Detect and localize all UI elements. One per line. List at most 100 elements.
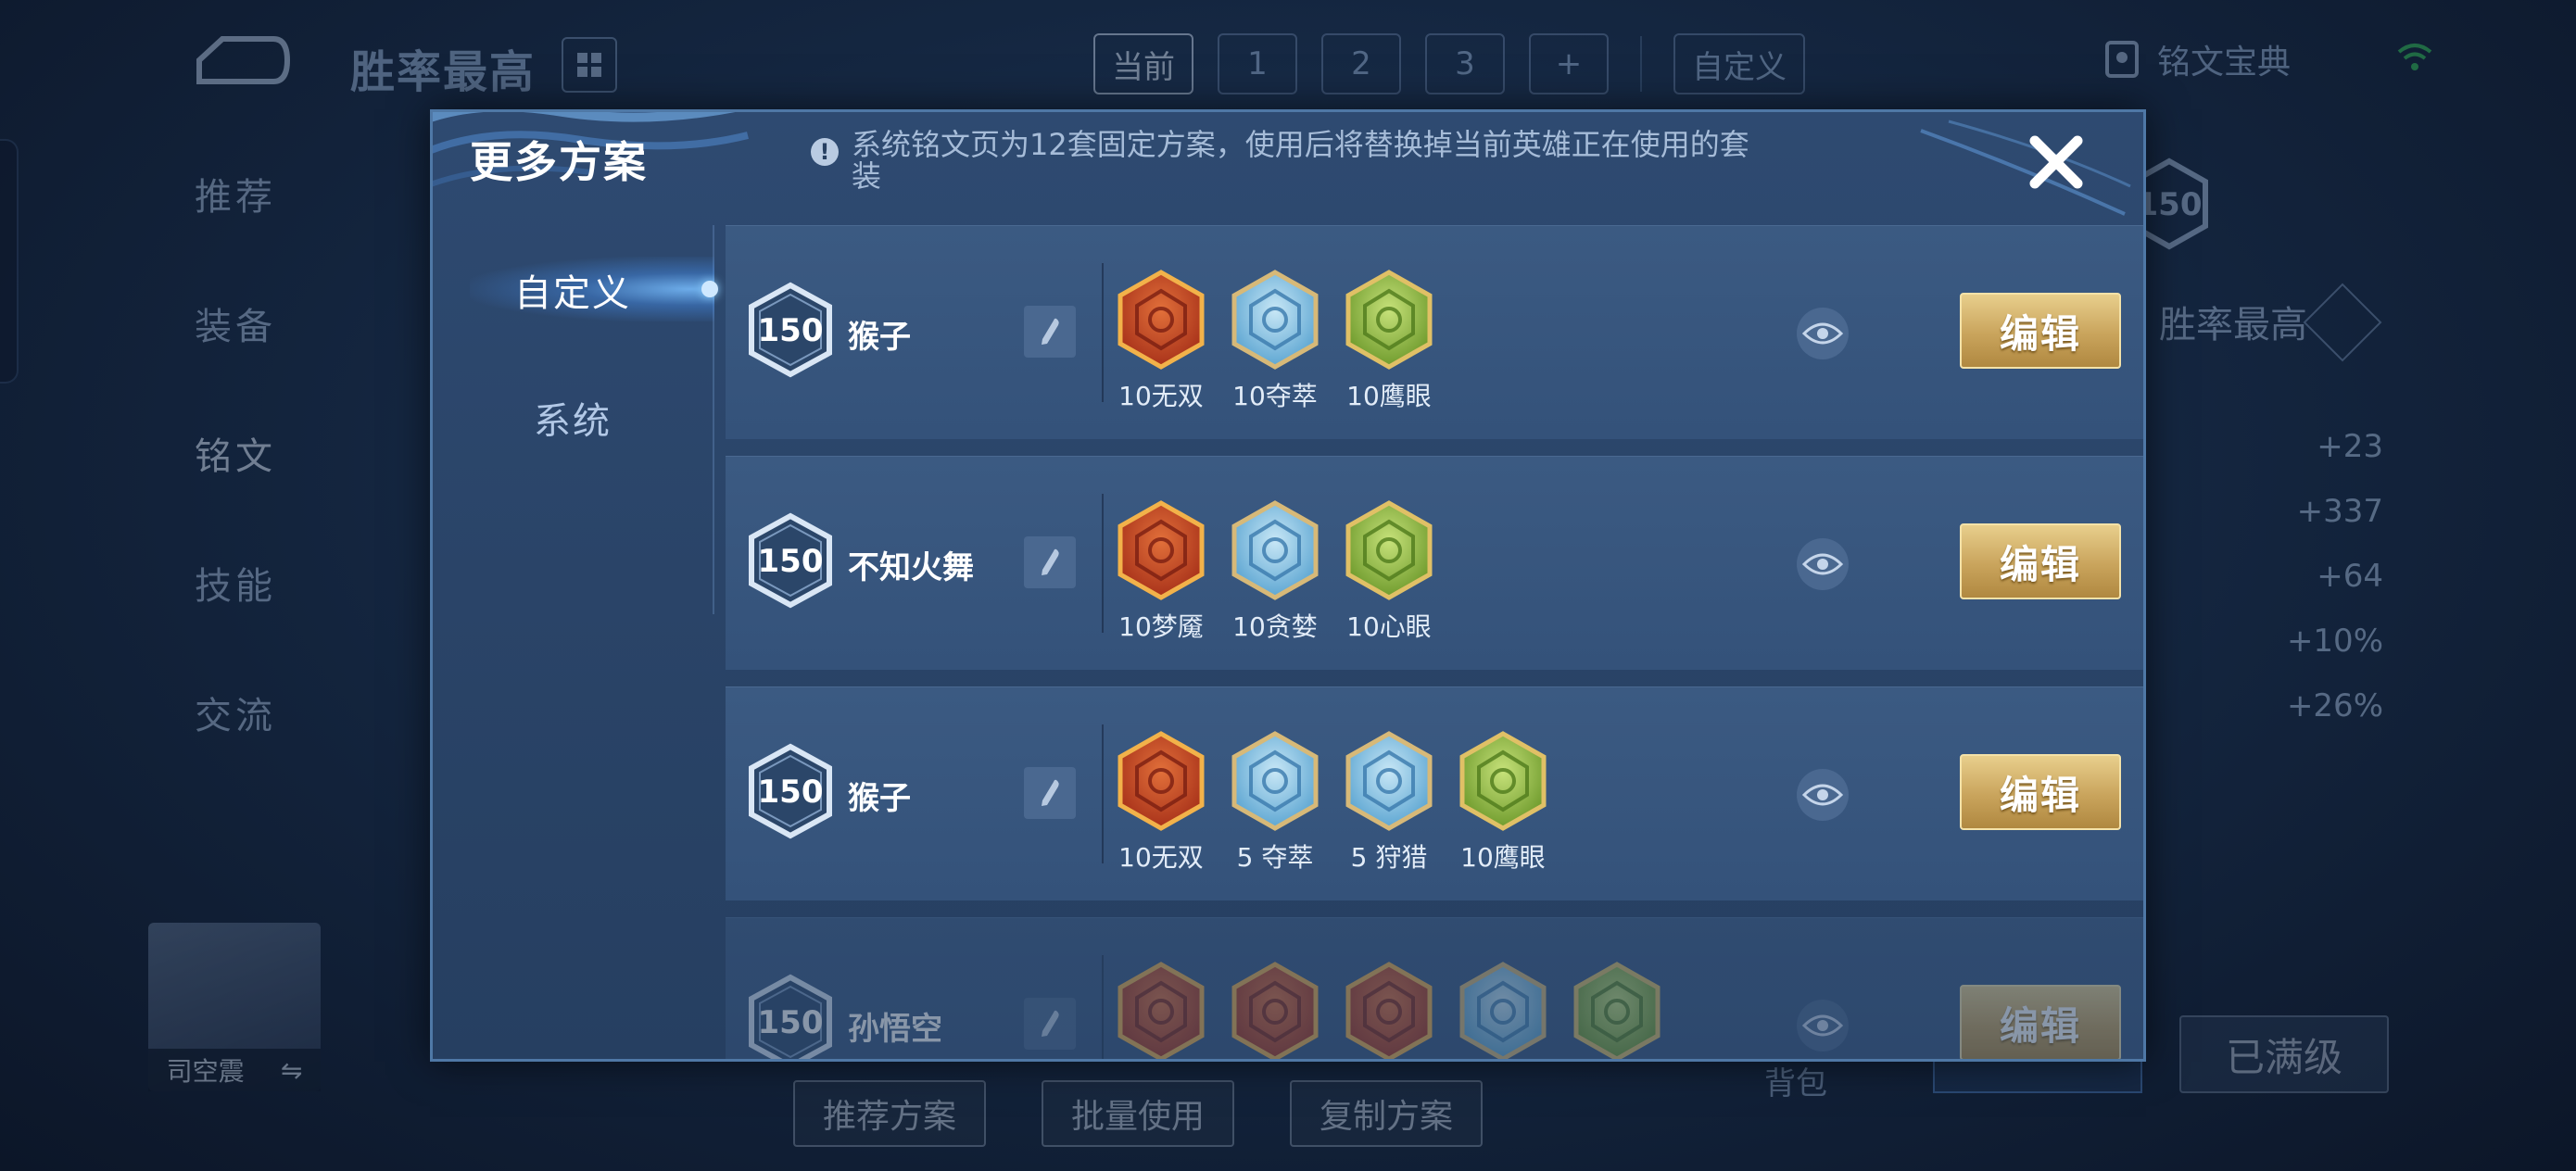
edit-button[interactable]: 编辑 <box>1960 523 2121 599</box>
rename-button[interactable] <box>1024 306 1076 358</box>
side-nav-equipment[interactable]: 装备 <box>195 296 276 348</box>
row-divider <box>1102 494 1104 633</box>
svg-text:150: 150 <box>758 1004 824 1041</box>
rune-set: 10无双 5 夺萃 5 狩猎 10鹰眼 <box>1115 730 1549 875</box>
rune-item[interactable]: 10心眼 <box>1343 499 1435 644</box>
close-icon <box>2029 135 2083 189</box>
rune-blue-icon <box>1231 500 1319 600</box>
dialog-title: 更多方案 <box>470 137 648 187</box>
side-nav-runes[interactable]: 铭文 <box>195 426 276 478</box>
pen-icon <box>1042 318 1059 345</box>
tab-custom[interactable]: 自定义 <box>1673 33 1805 94</box>
rune-label: 5 夺萃 <box>1236 842 1314 873</box>
rune-red-icon <box>1345 962 1433 1059</box>
preview-button[interactable] <box>1797 308 1849 359</box>
rune-item[interactable]: 10鹰眼 <box>1457 730 1549 875</box>
rune-blue-icon <box>1231 731 1319 831</box>
preview-button[interactable] <box>1797 1000 1849 1051</box>
hero-name: 司空震 <box>166 1056 245 1087</box>
preview-button[interactable] <box>1797 769 1849 821</box>
swap-icon: ⇋ <box>280 1054 303 1086</box>
tab-system-plans[interactable]: 系统 <box>433 381 713 455</box>
svg-text:150: 150 <box>758 543 824 580</box>
eye-icon <box>1802 784 1843 806</box>
tab-page-3[interactable]: 3 <box>1425 33 1505 94</box>
rename-button[interactable] <box>1024 767 1076 819</box>
rune-red-icon <box>1118 731 1205 831</box>
tab-page-1[interactable]: 1 <box>1218 33 1297 94</box>
rename-button[interactable] <box>1024 998 1076 1050</box>
row-divider <box>1102 955 1104 1059</box>
svg-text:150: 150 <box>2137 186 2203 223</box>
rune-item[interactable]: 10贪婪 <box>1229 499 1321 644</box>
back-arrow-icon[interactable] <box>181 28 292 93</box>
more-plans-dialog: 更多方案 ! 系统铭文页为12套固定方案，使用后将替换掉当前英雄正在使用的套装 … <box>430 109 2146 1062</box>
full-level-button[interactable]: 已满级 <box>2179 1015 2389 1093</box>
rune-label: 10贪婪 <box>1232 611 1318 642</box>
tab-page-2[interactable]: 2 <box>1321 33 1401 94</box>
plan-category-nav: 自定义 系统 <box>433 225 718 614</box>
side-nav-skills[interactable]: 技能 <box>195 556 276 608</box>
rune-label: 10鹰眼 <box>1460 842 1546 873</box>
pen-icon <box>1042 779 1059 806</box>
tab-custom-plans[interactable]: 自定义 <box>433 253 713 327</box>
rune-item[interactable]: 10梦魇 <box>1115 499 1207 644</box>
rune-green-icon <box>1345 270 1433 370</box>
rune-red-icon <box>1118 270 1205 370</box>
rune-item[interactable] <box>1343 961 1435 1059</box>
grid-icon[interactable] <box>562 37 617 93</box>
rune-green-icon <box>1573 962 1661 1059</box>
rune-label: 10夺萃 <box>1232 381 1318 411</box>
stat-list: +23 +337 +64 +10% +26% <box>2287 428 2383 724</box>
right-panel-title: 胜率最高 <box>2159 304 2307 346</box>
svg-text:150: 150 <box>758 774 824 811</box>
bottom-action-bar: 推荐方案 批量使用 复制方案 <box>793 1080 1484 1147</box>
edit-button[interactable]: 编辑 <box>1960 754 2121 830</box>
preview-button[interactable] <box>1797 538 1849 590</box>
level-badge-icon: 150 <box>749 512 832 609</box>
recommend-plan-button[interactable]: 推荐方案 <box>793 1080 987 1147</box>
rune-blue-icon <box>1231 270 1319 370</box>
rune-item[interactable] <box>1115 961 1207 1059</box>
edit-button[interactable]: 编辑 <box>1960 985 2121 1059</box>
edit-button[interactable]: 编辑 <box>1960 293 2121 369</box>
side-nav-recommend[interactable]: 推荐 <box>195 167 276 219</box>
svg-text:150: 150 <box>758 312 824 349</box>
copy-plan-button[interactable]: 复制方案 <box>1290 1080 1484 1147</box>
level-badge-icon: 150 <box>749 974 832 1059</box>
rune-book-button[interactable]: 铭文宝典 <box>2103 35 2291 83</box>
page-title: 胜率最高 <box>350 46 537 98</box>
plan-row: 150 孙悟空 编辑 <box>726 917 2143 1059</box>
diamond-grid-icon[interactable] <box>2303 283 2382 362</box>
stat-value: +337 <box>2296 493 2383 530</box>
rune-item[interactable] <box>1229 961 1321 1059</box>
plan-row: 150 猴子 10无双 10夺萃 10鹰眼 编辑 <box>726 225 2143 439</box>
rune-label: 10梦魇 <box>1118 611 1204 642</box>
rune-item[interactable]: 10鹰眼 <box>1343 269 1435 413</box>
rune-green-icon <box>1345 500 1433 600</box>
rune-item[interactable]: 5 夺萃 <box>1229 730 1321 875</box>
rune-item[interactable]: 10无双 <box>1115 730 1207 875</box>
bag-label[interactable]: 背包 <box>1764 1058 1827 1103</box>
hero-name-bar[interactable]: 司空震 ⇋ <box>148 1049 321 1091</box>
rune-item[interactable]: 5 狩猎 <box>1343 730 1435 875</box>
tab-current[interactable]: 当前 <box>1093 33 1193 94</box>
rune-red-icon <box>1231 962 1319 1059</box>
rune-label: 10心眼 <box>1346 611 1432 642</box>
rune-item[interactable]: 10无双 <box>1115 269 1207 413</box>
rune-item[interactable] <box>1457 961 1549 1059</box>
rename-button[interactable] <box>1024 536 1076 588</box>
tab-add-page[interactable]: + <box>1529 33 1609 94</box>
rune-label: 10无双 <box>1118 381 1204 411</box>
plan-hero-name: 孙悟空 <box>848 1011 942 1048</box>
rune-item[interactable]: 10夺萃 <box>1229 269 1321 413</box>
close-button[interactable] <box>2019 125 2093 199</box>
batch-use-button[interactable]: 批量使用 <box>1042 1080 1235 1147</box>
rune-label: 5 狩猎 <box>1350 842 1428 873</box>
plan-list[interactable]: 150 猴子 10无双 10夺萃 10鹰眼 编辑 150 不知火舞 10梦魇 1… <box>726 225 2143 1059</box>
wifi-icon <box>2395 37 2434 85</box>
side-nav-exchange[interactable]: 交流 <box>195 686 276 737</box>
stat-value: +23 <box>2317 428 2383 465</box>
book-icon <box>2105 41 2139 78</box>
rune-item[interactable] <box>1571 961 1663 1059</box>
